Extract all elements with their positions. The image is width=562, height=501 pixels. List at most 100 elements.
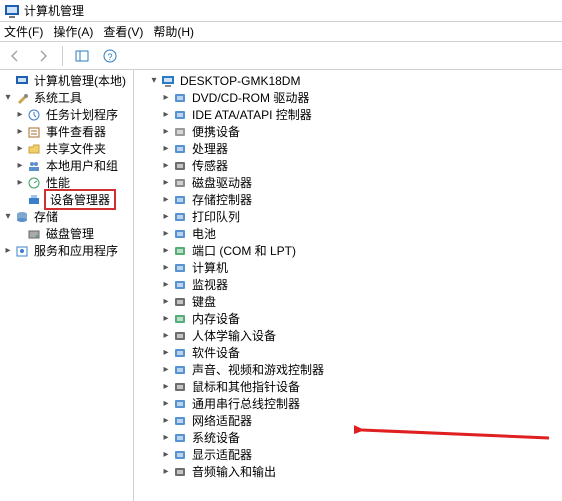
- titlebar: 计算机管理: [0, 0, 562, 22]
- device-category-label: IDE ATA/ATAPI 控制器: [190, 106, 314, 123]
- device-category-label: 传感器: [190, 157, 230, 174]
- left-storage[interactable]: ▾ 存储: [0, 208, 133, 225]
- caret-right-icon[interactable]: ▸: [14, 126, 26, 137]
- device-category-row[interactable]: ▸ 监视器: [134, 276, 562, 293]
- caret-right-icon[interactable]: ▸: [160, 262, 172, 273]
- device-category-label: DVD/CD-ROM 驱动器: [190, 89, 311, 106]
- menu-action[interactable]: 操作(A): [53, 23, 93, 40]
- left-services-apps[interactable]: ▸ 服务和应用程序: [0, 242, 133, 259]
- device-category-icon: [172, 158, 188, 174]
- caret-right-icon[interactable]: ▸: [160, 398, 172, 409]
- device-category-label: 键盘: [190, 293, 218, 310]
- caret-right-icon[interactable]: ▸: [160, 143, 172, 154]
- left-device-manager[interactable]: 设备管理器: [0, 191, 133, 208]
- device-category-icon: [172, 243, 188, 259]
- device-category-label: 监视器: [190, 276, 230, 293]
- device-category-label: 存储控制器: [190, 191, 254, 208]
- caret-right-icon[interactable]: ▸: [160, 313, 172, 324]
- left-system-tools[interactable]: ▾ 系统工具: [0, 89, 133, 106]
- left-tree-pane: 计算机管理(本地) ▾ 系统工具 ▸ 任务计划程序 ▸ 事件查看器 ▸ 共享文件…: [0, 70, 134, 501]
- toolbar-separator: [62, 46, 63, 66]
- toolbar: ?: [0, 42, 562, 70]
- menu-help[interactable]: 帮助(H): [153, 23, 194, 40]
- caret-right-icon[interactable]: ▸: [160, 415, 172, 426]
- device-category-label: 打印队列: [190, 208, 242, 225]
- device-category-row[interactable]: ▸ 计算机: [134, 259, 562, 276]
- caret-right-icon[interactable]: ▸: [14, 177, 26, 188]
- caret-right-icon[interactable]: ▸: [14, 109, 26, 120]
- caret-right-icon[interactable]: ▸: [160, 466, 172, 477]
- device-category-label: 便携设备: [190, 123, 242, 140]
- caret-right-icon[interactable]: ▸: [14, 143, 26, 154]
- device-category-row[interactable]: ▸ 系统设备: [134, 429, 562, 446]
- device-category-row[interactable]: ▸鼠标和其他指针设备: [134, 378, 562, 395]
- device-category-row[interactable]: ▸通用串行总线控制器: [134, 395, 562, 412]
- caret-right-icon[interactable]: ▸: [160, 347, 172, 358]
- menu-file[interactable]: 文件(F): [4, 23, 43, 40]
- left-local-users[interactable]: ▸ 本地用户和组: [0, 157, 133, 174]
- caret-right-icon[interactable]: ▸: [160, 228, 172, 239]
- caret-right-icon[interactable]: ▸: [160, 126, 172, 137]
- device-category-row[interactable]: ▸显示适配器: [134, 446, 562, 463]
- device-category-icon: [172, 90, 188, 106]
- device-category-row[interactable]: ▸ DVD/CD-ROM 驱动器: [134, 89, 562, 106]
- help-button[interactable]: ?: [99, 45, 121, 67]
- nav-forward-button[interactable]: [32, 45, 54, 67]
- device-category-row[interactable]: ▸声音、视频和游戏控制器: [134, 361, 562, 378]
- caret-right-icon[interactable]: ▸: [160, 92, 172, 103]
- device-category-label: 端口 (COM 和 LPT): [190, 242, 298, 259]
- right-root-computer[interactable]: ▾ DESKTOP-GMK18DM: [134, 72, 562, 89]
- caret-right-icon[interactable]: ▸: [160, 381, 172, 392]
- menu-view[interactable]: 查看(V): [103, 23, 143, 40]
- caret-down-icon[interactable]: ▾: [2, 92, 14, 103]
- device-category-label: 系统设备: [190, 429, 242, 446]
- caret-right-icon[interactable]: ▸: [160, 364, 172, 375]
- device-category-row[interactable]: ▸内存设备: [134, 310, 562, 327]
- device-category-row[interactable]: ▸ 端口 (COM 和 LPT): [134, 242, 562, 259]
- storage-icon: [14, 209, 30, 225]
- device-category-icon: [172, 345, 188, 361]
- device-category-row[interactable]: ▸ 传感器: [134, 157, 562, 174]
- caret-right-icon[interactable]: ▸: [160, 177, 172, 188]
- services-icon: [14, 243, 30, 259]
- device-category-icon: [172, 175, 188, 191]
- caret-right-icon[interactable]: ▸: [14, 160, 26, 171]
- users-icon: [26, 158, 42, 174]
- caret-right-icon[interactable]: ▸: [160, 330, 172, 341]
- left-event-viewer[interactable]: ▸ 事件查看器: [0, 123, 133, 140]
- device-category-row[interactable]: ▸ IDE ATA/ATAPI 控制器: [134, 106, 562, 123]
- left-shared-folders[interactable]: ▸ 共享文件夹: [0, 140, 133, 157]
- nav-back-button[interactable]: [4, 45, 26, 67]
- caret-right-icon[interactable]: ▸: [160, 194, 172, 205]
- device-category-row[interactable]: ▸ 便携设备: [134, 123, 562, 140]
- device-category-label: 电池: [190, 225, 218, 242]
- show-hide-tree-button[interactable]: [71, 45, 93, 67]
- device-category-row[interactable]: ▸ 打印队列: [134, 208, 562, 225]
- device-category-row[interactable]: ▸ 键盘: [134, 293, 562, 310]
- device-category-row[interactable]: ▸ 存储控制器: [134, 191, 562, 208]
- device-category-icon: [172, 124, 188, 140]
- caret-down-icon[interactable]: ▾: [148, 75, 160, 86]
- device-category-row[interactable]: ▸ 电池: [134, 225, 562, 242]
- caret-right-icon[interactable]: ▸: [160, 449, 172, 460]
- left-task-scheduler[interactable]: ▸ 任务计划程序: [0, 106, 133, 123]
- caret-down-icon[interactable]: ▾: [2, 211, 14, 222]
- caret-right-icon[interactable]: ▸: [160, 160, 172, 171]
- device-category-label: 软件设备: [190, 344, 242, 361]
- caret-right-icon[interactable]: ▸: [160, 279, 172, 290]
- device-category-row[interactable]: ▸处理器: [134, 140, 562, 157]
- caret-right-icon[interactable]: ▸: [160, 211, 172, 222]
- caret-right-icon[interactable]: ▸: [160, 245, 172, 256]
- device-category-row[interactable]: ▸磁盘驱动器: [134, 174, 562, 191]
- left-disk-management[interactable]: 磁盘管理: [0, 225, 133, 242]
- device-category-row[interactable]: ▸网络适配器: [134, 412, 562, 429]
- caret-right-icon[interactable]: ▸: [160, 296, 172, 307]
- device-category-row[interactable]: ▸ 软件设备: [134, 344, 562, 361]
- caret-right-icon[interactable]: ▸: [160, 432, 172, 443]
- left-root[interactable]: 计算机管理(本地): [0, 72, 133, 89]
- device-category-row[interactable]: ▸人体学输入设备: [134, 327, 562, 344]
- device-category-row[interactable]: ▸音频输入和输出: [134, 463, 562, 480]
- caret-right-icon[interactable]: ▸: [2, 245, 14, 256]
- caret-right-icon[interactable]: ▸: [160, 109, 172, 120]
- device-category-label: 计算机: [190, 259, 230, 276]
